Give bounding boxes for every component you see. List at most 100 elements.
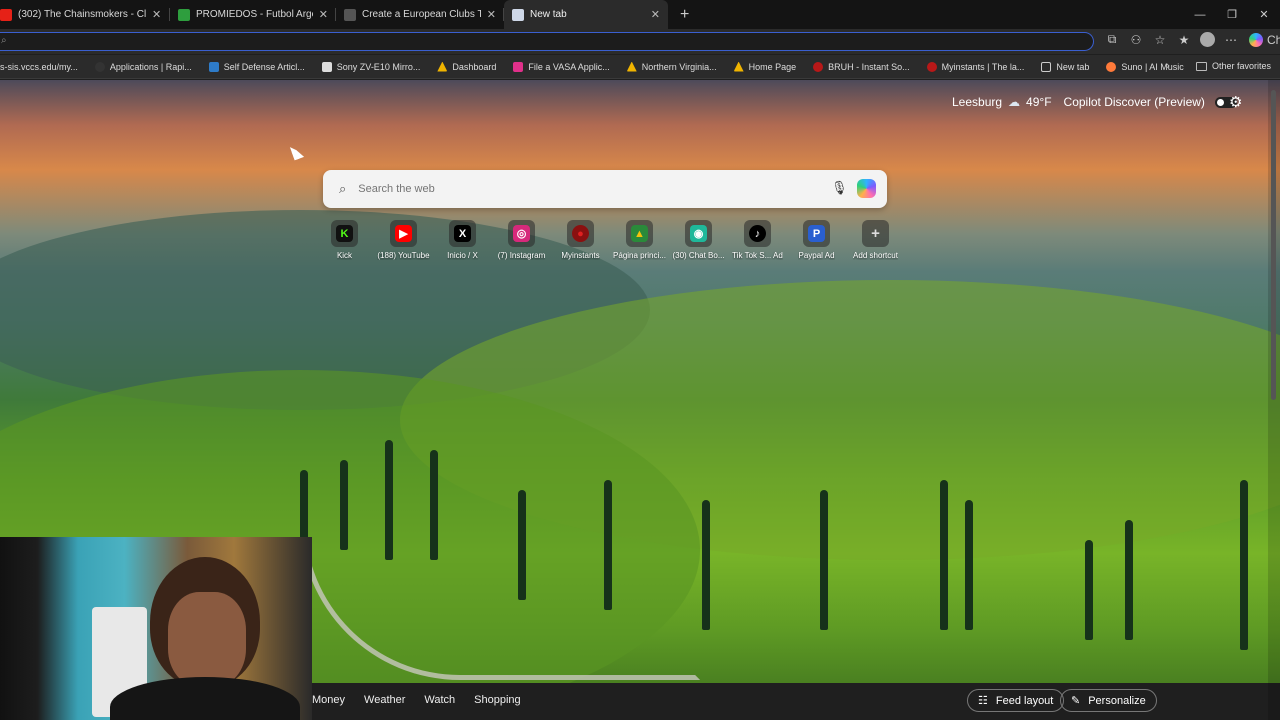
window-controls: — ❐ ✕ [1184, 0, 1280, 29]
mouse-cursor [289, 143, 305, 161]
myinstants-icon: ● [572, 225, 589, 242]
scrollbar-thumb[interactable] [1271, 90, 1276, 400]
profile-avatar[interactable] [1200, 32, 1215, 47]
close-icon[interactable]: ✕ [487, 8, 496, 21]
close-icon[interactable]: ✕ [319, 8, 328, 21]
favorite-item[interactable]: BRUH - Instant So... [813, 61, 910, 72]
address-bar[interactable]: ⌕ [0, 32, 1094, 52]
feed-tabs: Money Weather Watch Shopping [312, 694, 540, 706]
shortcut-tile: K [331, 220, 358, 247]
shortcut-label: Myinstants [561, 251, 600, 260]
favorite-item[interactable]: File a VASA Applic... [513, 61, 610, 72]
web-search-box[interactable]: ⌕ 🎙 [323, 170, 887, 208]
feed-layout-button[interactable]: ☷ Feed layout [967, 689, 1065, 712]
shortcut-tiktok[interactable]: ♪ Tik Tok S... Ad [728, 220, 787, 260]
close-window-icon[interactable]: ✕ [1248, 8, 1280, 21]
feed-tab-shopping[interactable]: Shopping [474, 694, 521, 706]
favorite-item[interactable]: Self Defense Articl... [208, 61, 305, 72]
browser-essentials-icon[interactable]: ⚇ [1124, 33, 1148, 47]
chatbot-icon: ◉ [690, 225, 707, 242]
tab-title: Create a European Clubs Tier List [362, 9, 481, 20]
background-tree [340, 460, 348, 550]
shortcut-label: (30) Chat Bo... [672, 251, 725, 260]
restore-icon[interactable]: ❐ [1216, 8, 1248, 21]
tab-new-tab[interactable]: New tab ✕ [504, 0, 668, 29]
shortcut-chatbot[interactable]: ◉ (30) Chat Bo... [669, 220, 728, 260]
minimize-icon[interactable]: — [1184, 9, 1216, 21]
shortcut-drive[interactable]: ▲ Página princi... [610, 220, 669, 260]
canvas-icon [437, 61, 448, 72]
close-icon[interactable]: ✕ [651, 8, 660, 21]
tab-youtube[interactable]: (302) The Chainsmokers - Closer (L ✕ [0, 0, 170, 29]
new-tab-page: Leesburg ☁ 49°F Copilot Discover (Previe… [0, 80, 1280, 720]
background-tree [1085, 540, 1093, 640]
shortcut-label: (188) YouTube [377, 251, 430, 260]
youtube-icon [0, 8, 12, 21]
feed-tab-watch[interactable]: Watch [424, 694, 455, 706]
microphone-icon[interactable]: 🎙 [831, 180, 848, 196]
personalize-button[interactable]: ✎ Personalize [1060, 689, 1157, 712]
background-tree [1240, 480, 1248, 650]
paypal-icon: P [808, 225, 825, 242]
shortcut-tile: X [449, 220, 476, 247]
favorite-item[interactable]: New tab [1041, 61, 1090, 72]
favorite-item[interactable]: Dashboard [437, 61, 497, 72]
weather-widget[interactable]: Leesburg ☁ 49°F Copilot Discover (Previe… [952, 95, 1237, 109]
feed-tab-money[interactable]: Money [312, 694, 345, 706]
shortcut-instagram[interactable]: ◎ (7) Instagram [492, 220, 551, 260]
favorite-label: New tab [1056, 61, 1090, 72]
shortcut-tile: ▶ [390, 220, 417, 247]
feed-layout-label: Feed layout [995, 694, 1054, 707]
promiedos-icon [178, 8, 190, 21]
favorite-item[interactable]: Sony ZV-E10 Mirro... [321, 61, 420, 72]
favorite-item[interactable]: Home Page [733, 61, 796, 72]
feed-tab-weather[interactable]: Weather [364, 694, 405, 706]
shortcut-kick[interactable]: K Kick [315, 220, 374, 260]
shortcut-add[interactable]: + Add shortcut [846, 220, 905, 260]
other-favorites[interactable]: Other favorites [1196, 61, 1271, 71]
shortcut-myinstants[interactable]: ● Myinstants [551, 220, 610, 260]
favorite-label: Self Defense Articl... [223, 61, 305, 72]
address-input[interactable] [0, 34, 1080, 52]
favorite-item[interactable]: Myinstants | The la... [926, 61, 1024, 72]
new-tab-plus-icon[interactable]: + [680, 6, 689, 24]
more-menu-icon[interactable]: ⋯ [1219, 33, 1243, 47]
bookmark-icon [208, 61, 219, 72]
shortcut-youtube[interactable]: ▶ (188) YouTube [374, 220, 433, 260]
shortcut-tile: ● [567, 220, 594, 247]
tier-list-icon [344, 8, 356, 21]
favorite-item[interactable]: s-sis.vccs.edu/my... [0, 62, 78, 72]
toolbar: ⌕ ⧉ ⚇ ☆ ★ ⋯ Chat [0, 29, 1280, 54]
background-tree [965, 500, 973, 630]
myinstants-icon [813, 61, 824, 72]
chevron-right-icon[interactable]: › [1166, 60, 1170, 72]
shortcut-x[interactable]: X Inicio / X [433, 220, 492, 260]
page-scrollbar[interactable] [1268, 80, 1280, 720]
tab-promiedos[interactable]: PROMIEDOS - Futbol Argentino - R ✕ [170, 0, 336, 29]
tab-tier-list[interactable]: Create a European Clubs Tier List ✕ [336, 0, 504, 29]
collections-icon[interactable]: ★ [1172, 33, 1196, 47]
shortcut-label: (7) Instagram [497, 251, 546, 260]
myinstants-icon [926, 61, 937, 72]
canvas-icon [733, 61, 744, 72]
instagram-icon: ◎ [513, 225, 530, 242]
shortcut-label: Paypal Ad [798, 251, 835, 260]
close-icon[interactable]: ✕ [152, 8, 161, 21]
gear-icon[interactable]: ⚙ [1229, 93, 1242, 111]
favorite-item[interactable]: Northern Virginia... [626, 61, 717, 72]
chat-label: Chat [1267, 32, 1280, 47]
tiktok-icon: ♪ [749, 225, 766, 242]
search-input[interactable] [358, 183, 799, 195]
favorite-label: File a VASA Applic... [528, 61, 610, 72]
weather-temp: 49°F [1026, 95, 1052, 109]
weather-location: Leesburg [952, 95, 1003, 109]
favorite-label: Dashboard [452, 61, 497, 72]
favorites-star-icon[interactable]: ☆ [1148, 33, 1172, 47]
favorite-item[interactable]: Applications | Rapi... [94, 61, 192, 72]
copilot-chat-button[interactable]: Chat [1249, 32, 1280, 47]
favorite-item[interactable]: Suno | AI Music [1106, 61, 1184, 72]
extensions-icon[interactable]: ⧉ [1100, 32, 1124, 47]
copilot-icon[interactable] [857, 179, 876, 198]
shortcut-paypal[interactable]: P Paypal Ad [787, 220, 846, 260]
vasa-icon [513, 61, 524, 72]
